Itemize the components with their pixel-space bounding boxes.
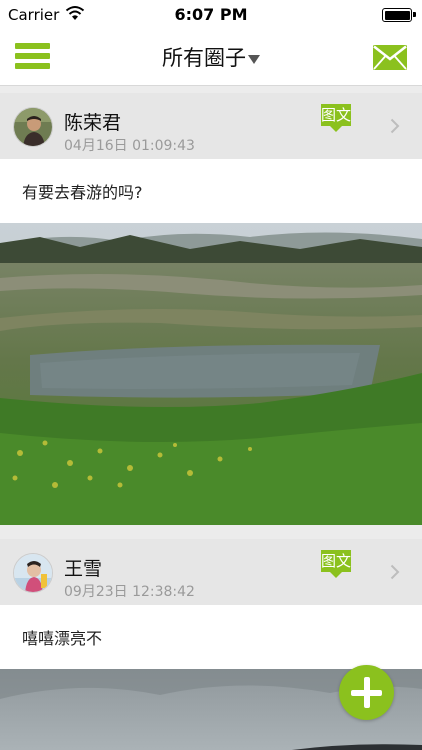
- post-header[interactable]: 王雪 09月23日 12:38:42 图文: [0, 539, 422, 605]
- add-post-button[interactable]: [339, 665, 394, 720]
- caret-down-icon: [248, 54, 260, 64]
- post-author: 王雪: [64, 558, 103, 580]
- navigation-bar: 所有圈子: [0, 30, 422, 86]
- post-content: 有要去春游的吗?: [0, 149, 422, 223]
- post-card: 陈荣君 04月16日 01:09:43 图文 有要去春游的吗?: [0, 93, 422, 525]
- post-text: 有要去春游的吗?: [22, 183, 143, 202]
- post-separator: [0, 525, 422, 539]
- feed-list[interactable]: 陈荣君 04月16日 01:09:43 图文 有要去春游的吗? 王雪 09月23…: [0, 86, 422, 750]
- post-timestamp: 04月16日 01:09:43: [64, 138, 195, 154]
- avatar[interactable]: [13, 107, 53, 147]
- battery-icon: [382, 8, 416, 22]
- post-type-badge: 图文: [321, 104, 352, 132]
- mail-icon[interactable]: [373, 45, 407, 70]
- status-bar: Carrier 6:07 PM: [0, 0, 422, 30]
- post-type-badge: 图文: [321, 550, 352, 578]
- circle-selector[interactable]: 所有圈子: [0, 42, 422, 72]
- post-image[interactable]: [0, 223, 422, 525]
- post-author: 陈荣君: [64, 112, 122, 134]
- clock: 6:07 PM: [174, 5, 248, 24]
- landscape-photo: [0, 223, 422, 525]
- post-timestamp: 09月23日 12:38:42: [64, 584, 195, 600]
- post-content: 嘻嘻漂亮不: [0, 595, 422, 669]
- page-title: 所有圈子: [162, 46, 246, 70]
- post-text: 嘻嘻漂亮不: [22, 629, 103, 648]
- chevron-right-icon: [390, 564, 400, 580]
- post-header[interactable]: 陈荣君 04月16日 01:09:43 图文: [0, 93, 422, 159]
- avatar[interactable]: [13, 553, 53, 593]
- chevron-right-icon: [390, 118, 400, 134]
